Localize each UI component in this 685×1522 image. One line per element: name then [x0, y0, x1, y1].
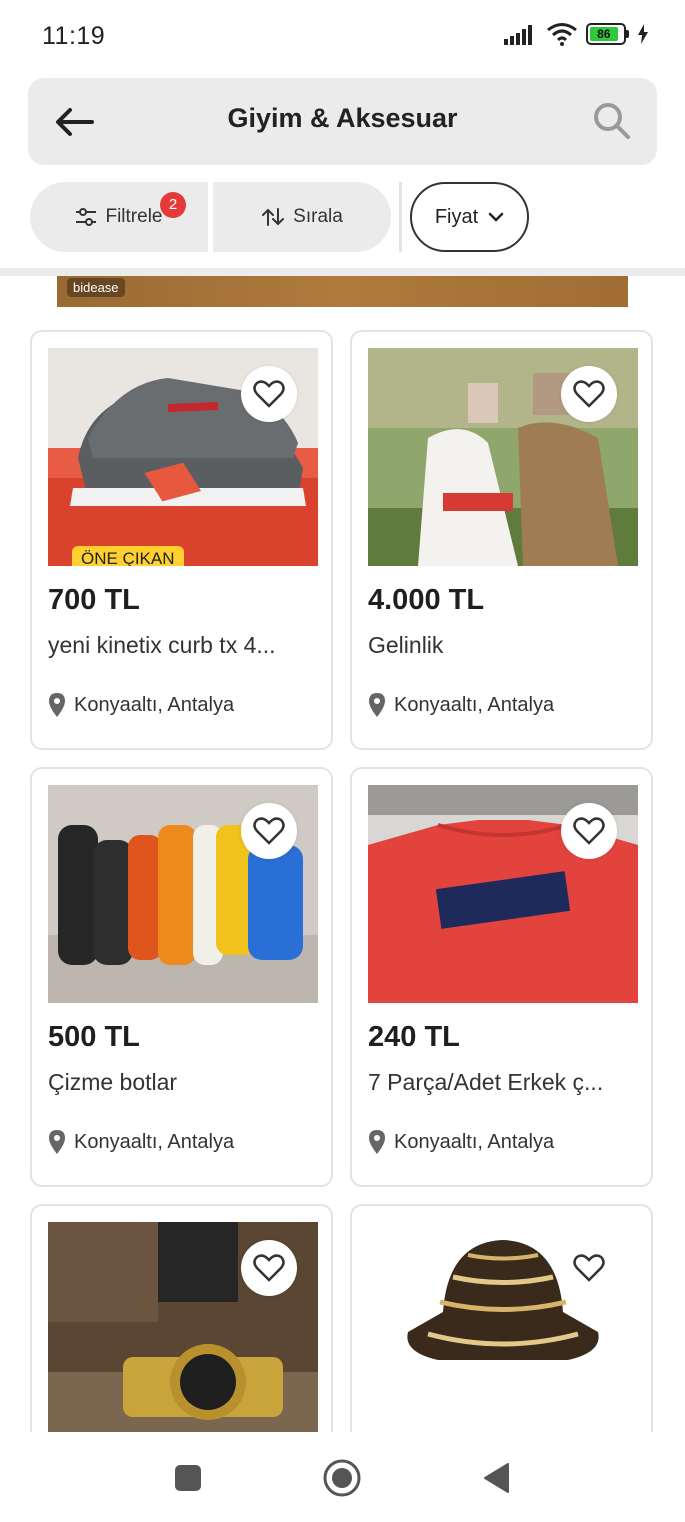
- heart-icon: [253, 817, 285, 845]
- signal-icon: [504, 25, 532, 45]
- status-time: 11:19: [42, 22, 106, 50]
- listing-price: 240 TL: [368, 1021, 460, 1053]
- system-nav-bar: [0, 1432, 685, 1522]
- ad-banner[interactable]: bidease: [57, 276, 628, 307]
- divider: [399, 182, 402, 252]
- price-dropdown[interactable]: Fiyat: [410, 182, 529, 252]
- heart-icon: [573, 1254, 605, 1282]
- listing-price: 500 TL: [48, 1021, 140, 1053]
- filter-count-badge: 2: [160, 192, 186, 218]
- sliders-icon: [76, 208, 97, 226]
- listing-title: Çizme botlar: [48, 1069, 178, 1095]
- search-header: Giyim & Aksesuar: [28, 78, 657, 165]
- filter-row: Filtrele 2 Sırala Fiyat: [0, 180, 685, 254]
- status-bar: 11:19 86: [0, 0, 685, 76]
- listing-title: Gelinlik: [368, 632, 444, 658]
- favorite-button[interactable]: [241, 1240, 297, 1296]
- location-text: Konyaaltı, Antalya: [394, 693, 555, 716]
- listing-card[interactable]: 4.000 TL Gelinlik Konyaaltı, Antalya: [350, 330, 653, 750]
- listing-card[interactable]: [350, 1204, 653, 1444]
- listing-card[interactable]: [30, 1204, 333, 1444]
- price-label: Fiyat: [434, 205, 479, 228]
- favorite-button[interactable]: [561, 803, 617, 859]
- sort-button[interactable]: Sırala: [213, 182, 391, 252]
- home-button[interactable]: [320, 1456, 364, 1500]
- square-icon: [175, 1465, 201, 1491]
- listing-location: Konyaaltı, Antalya: [368, 692, 554, 718]
- charging-icon: [638, 24, 648, 44]
- listing-card[interactable]: 500 TL Çizme botlar Konyaaltı, Antalya: [30, 767, 333, 1187]
- heart-icon: [253, 380, 285, 408]
- filter-label: Filtrele: [105, 206, 163, 227]
- battery-icon: 86: [586, 23, 629, 45]
- listing-price: 700 TL: [48, 584, 140, 616]
- recents-button[interactable]: [166, 1456, 210, 1500]
- location-text: Konyaaltı, Antalya: [74, 693, 235, 716]
- listing-card[interactable]: ÖNE ÇIKAN 700 TL yeni kinetix curb tx 4.…: [30, 330, 333, 750]
- location-pin-icon: [369, 1130, 385, 1154]
- listing-title: yeni kinetix curb tx 4...: [48, 632, 276, 658]
- listing-title: 7 Parça/Adet Erkek ç...: [368, 1069, 604, 1095]
- back-nav-button[interactable]: [474, 1456, 518, 1500]
- listing-card[interactable]: 240 TL 7 Parça/Adet Erkek ç... Konyaaltı…: [350, 767, 653, 1187]
- favorite-button[interactable]: [561, 1240, 617, 1296]
- heart-icon: [573, 380, 605, 408]
- heart-icon: [573, 817, 605, 845]
- listing-price: 4.000 TL: [368, 584, 485, 616]
- favorite-button[interactable]: [241, 366, 297, 422]
- triangle-back-icon: [484, 1463, 509, 1493]
- divider: [0, 268, 685, 276]
- featured-badge: ÖNE ÇIKAN: [72, 546, 184, 566]
- favorite-button[interactable]: [561, 366, 617, 422]
- wifi-icon: [547, 23, 577, 46]
- location-text: Konyaaltı, Antalya: [394, 1130, 555, 1153]
- ad-brand-logo: bidease: [67, 278, 125, 297]
- status-icons: 86: [504, 22, 649, 46]
- sort-arrows-icon: [262, 208, 285, 226]
- heart-icon: [253, 1254, 285, 1282]
- search-icon: [594, 103, 630, 139]
- location-text: Konyaaltı, Antalya: [74, 1130, 235, 1153]
- filter-button[interactable]: Filtrele: [30, 182, 208, 252]
- location-pin-icon: [49, 693, 65, 717]
- listing-location: Konyaaltı, Antalya: [48, 692, 234, 718]
- search-button[interactable]: [589, 98, 635, 144]
- listing-location: Konyaaltı, Antalya: [48, 1129, 234, 1155]
- location-pin-icon: [49, 1130, 65, 1154]
- location-pin-icon: [369, 693, 385, 717]
- page-title: Giyim & Aksesuar: [227, 103, 458, 133]
- favorite-button[interactable]: [241, 803, 297, 859]
- chevron-down-icon: [488, 212, 504, 222]
- battery-level: 86: [590, 27, 618, 41]
- listing-location: Konyaaltı, Antalya: [368, 1129, 554, 1155]
- home-circle-icon: [323, 1459, 361, 1497]
- sort-label: Sırala: [293, 206, 343, 227]
